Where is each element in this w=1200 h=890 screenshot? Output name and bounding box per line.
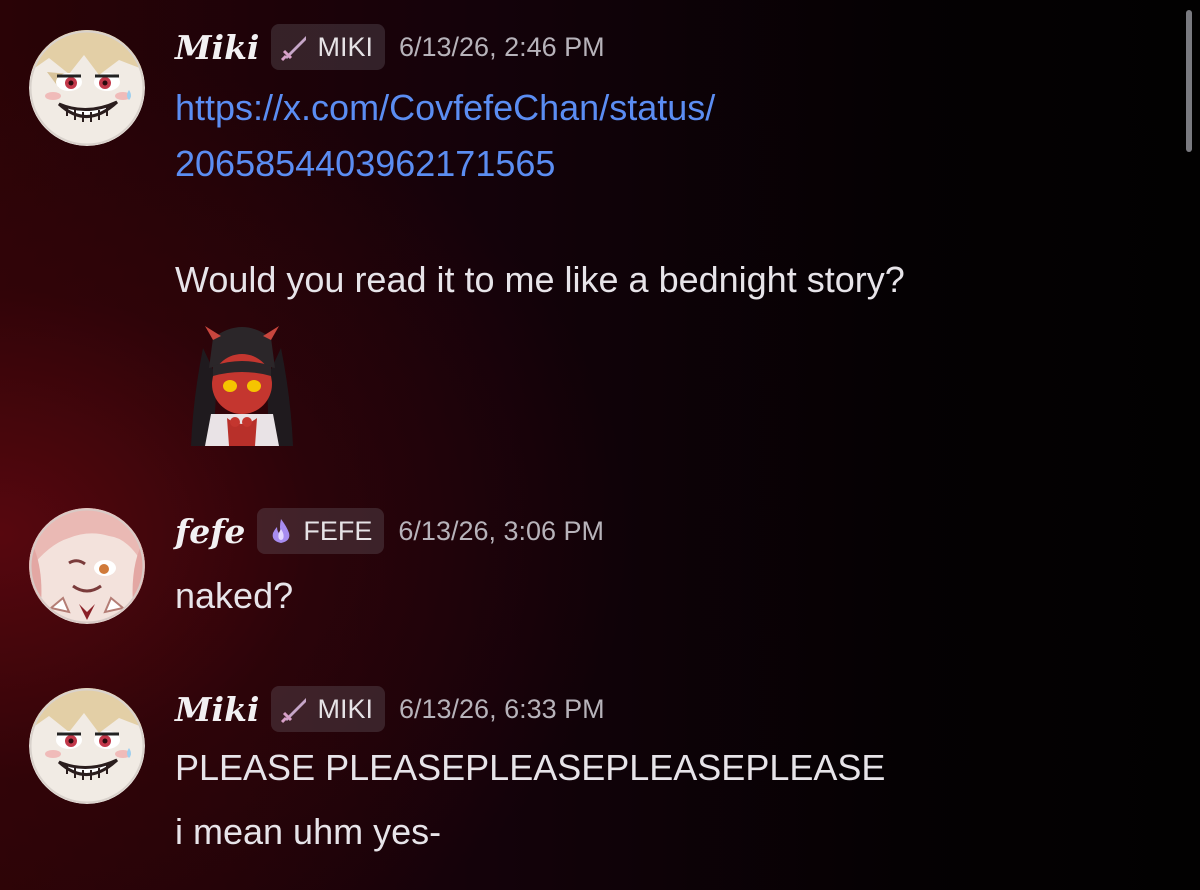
timestamp: 6/13/26, 6:33 PM (398, 693, 605, 724)
username[interactable]: Miki (175, 28, 259, 67)
message-text: Would you read it to me like a bednight … (175, 259, 905, 300)
timestamp: 6/13/26, 3:06 PM (398, 515, 605, 546)
timestamp: 6/13/26, 2:46 PM (398, 31, 605, 62)
message-text: naked? (175, 575, 294, 616)
avatar-miki[interactable] (29, 688, 145, 804)
message-text-line-2: i mean uhm yes- (175, 811, 442, 852)
username[interactable]: fefe (175, 512, 245, 551)
username[interactable]: Miki (175, 690, 259, 729)
scrollbar[interactable] (1186, 10, 1192, 152)
sword-icon (281, 36, 307, 62)
sword-icon (281, 698, 307, 724)
tweet-link-line-2[interactable]: 2065854403962171565 (175, 142, 555, 186)
purple-flame-icon (273, 519, 290, 543)
role-tag[interactable]: MIKI (271, 24, 385, 70)
role-tag-label: FEFE (303, 515, 373, 546)
role-tag[interactable]: FEFE (257, 508, 385, 554)
role-tag-label: MIKI (317, 31, 373, 62)
tweet-link-line-1[interactable]: https://x.com/CovfefeChan/status/ (175, 86, 715, 130)
devil-girl-sticker[interactable] (183, 318, 301, 446)
message-text-line-1: PLEASE PLEASEPLEASEPLEASEPLEASE (175, 747, 886, 788)
role-tag-label: MIKI (317, 693, 373, 724)
avatar-miki[interactable] (29, 30, 145, 146)
avatar-fefe[interactable] (29, 508, 145, 624)
role-tag[interactable]: MIKI (271, 686, 385, 732)
